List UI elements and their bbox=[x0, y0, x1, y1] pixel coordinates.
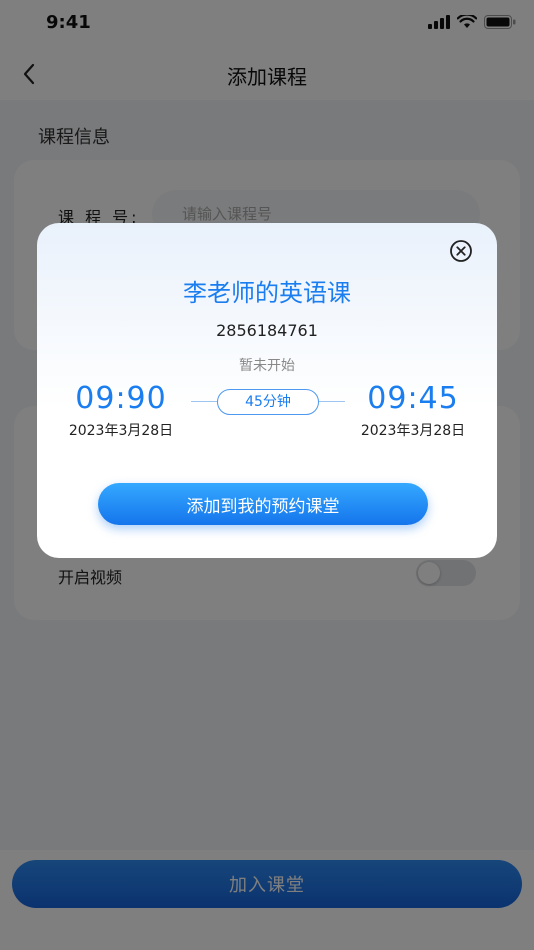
course-title: 李老师的英语课 bbox=[183, 279, 351, 307]
close-button[interactable] bbox=[449, 239, 473, 263]
end-time-block: 09:45 2023年3月28日 bbox=[343, 381, 483, 440]
close-icon bbox=[450, 240, 472, 262]
course-id: 2856184761 bbox=[216, 321, 318, 340]
start-time: 09:90 bbox=[75, 381, 167, 416]
duration-line-right bbox=[319, 401, 345, 402]
end-date: 2023年3月28日 bbox=[360, 423, 466, 439]
start-date: 2023年3月28日 bbox=[68, 423, 174, 439]
duration-badge: 45分钟 bbox=[217, 389, 319, 415]
duration-line-left bbox=[191, 401, 217, 402]
end-time: 09:45 bbox=[367, 381, 459, 416]
course-modal: 李老师的英语课 2856184761 暂未开始 09:90 2023年3月28日… bbox=[37, 223, 497, 558]
course-status: 暂未开始 bbox=[239, 358, 295, 374]
add-to-reserved-button[interactable]: 添加到我的预约课堂 bbox=[98, 483, 428, 525]
start-time-block: 09:90 2023年3月28日 bbox=[51, 381, 191, 440]
